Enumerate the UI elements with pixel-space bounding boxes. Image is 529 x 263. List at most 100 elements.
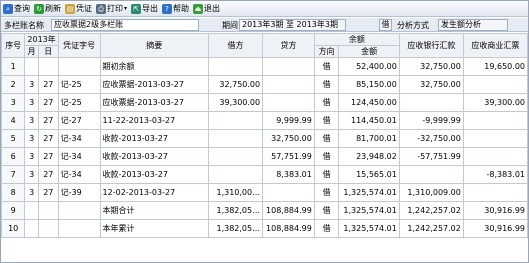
cell-month: [24, 219, 39, 238]
toolbar: ⌕ 查询 ↻ 刷新 ▤ 凭证 ⎙ 打印 ▾ ⇱ 导出? 帮助 ⏏ 退出: [1, 1, 528, 17]
toolbar-button-export[interactable]: ⇱ 导出: [130, 2, 161, 16]
col-header-day[interactable]: 日: [37, 45, 59, 58]
cell-direction: 借: [313, 219, 340, 238]
cell-direction: 借: [313, 165, 340, 184]
account-name-field[interactable]: 应收票据2级多栏账: [51, 19, 199, 31]
col-header-seq[interactable]: 序号: [0, 33, 26, 58]
cell-day: [37, 57, 59, 76]
cell-debit: [207, 147, 264, 166]
print-icon: ⎙: [96, 3, 106, 14]
table-row[interactable]: 1 期初余额 借 52,400.00 32,750.00 19,650.00: [0, 57, 529, 76]
cell-day: 27: [37, 75, 59, 94]
table-row[interactable]: 10 本年累计 1,382,05… 108,884.99 借 1,325,574.01 1,…: [0, 219, 529, 238]
table-row[interactable]: 3 3 27 记-25 应收票据-2013-03-27 39,300.00 借 124,450…: [0, 93, 529, 112]
toolbar-button-help[interactable]: ? 帮助: [161, 2, 192, 16]
col-header-amount[interactable]: 金额: [338, 45, 400, 58]
cell-bank-draft: [398, 165, 464, 184]
col-header-direction[interactable]: 方向: [313, 45, 340, 58]
period-label: 期间: [222, 21, 238, 30]
cell-credit: 9,999.99: [262, 111, 315, 130]
toolbar-button-label: 刷新: [45, 4, 61, 13]
analysis-method-field[interactable]: 发生额分析: [438, 19, 508, 31]
cell-seq: 8: [0, 183, 26, 202]
toolbar-button-refresh[interactable]: ↻ 刷新: [33, 2, 64, 16]
cell-seq: 6: [0, 147, 26, 166]
cell-seq: 9: [0, 201, 26, 220]
cell-seq: 4: [0, 111, 26, 130]
cell-voucher: 记-25: [57, 93, 101, 112]
col-header-summary[interactable]: 摘要: [99, 33, 209, 58]
cell-month: [24, 201, 39, 220]
cell-commercial-draft: 39,300.00: [462, 93, 529, 112]
toolbar-button-print[interactable]: ⎙ 打印 ▾: [95, 2, 130, 16]
col-header-debit[interactable]: 借方: [207, 33, 264, 58]
cell-voucher: 记-34: [57, 129, 101, 148]
cell-bank-draft: -32,750.00: [398, 129, 464, 148]
cell-seq: 7: [0, 165, 26, 184]
col-header-balance[interactable]: 余额: [313, 33, 400, 46]
table-row[interactable]: 2 3 27 记-25 应收票据-2013-03-27 32,750.00 借 85,150.…: [0, 75, 529, 94]
col-header-credit[interactable]: 贷方: [262, 33, 315, 58]
cell-bank-draft: 1,242,257.02: [398, 201, 464, 220]
toolbar-button-search[interactable]: ⌕ 查询: [2, 2, 33, 16]
cell-seq: 10: [0, 219, 26, 238]
cell-balance-amount: 52,400.00: [338, 57, 400, 76]
toolbar-button-label: 打印: [107, 4, 123, 13]
cell-debit: [207, 57, 264, 76]
cell-month: [24, 57, 39, 76]
cell-debit: 32,750.00: [207, 75, 264, 94]
cell-credit: 32,750.00: [262, 129, 315, 148]
toolbar-button-exit[interactable]: ⏏ 退出: [192, 2, 223, 16]
col-header-year[interactable]: 2013年: [24, 33, 59, 46]
cell-summary: 收款-2013-03-27: [99, 129, 209, 148]
cell-credit: [262, 93, 315, 112]
cell-seq: 1: [0, 57, 26, 76]
chevron-down-icon[interactable]: ▾: [124, 5, 127, 12]
cell-commercial-draft: [462, 183, 529, 202]
cell-debit: [207, 129, 264, 148]
cell-bank-draft: 1,310,009.00: [398, 183, 464, 202]
cell-credit: 108,884.99: [262, 201, 315, 220]
table-row[interactable]: 4 3 27 记-27 11-22-2013-03-27 9,999.99 借 114,450…: [0, 111, 529, 130]
cell-commercial-draft: 30,916.99: [462, 201, 529, 220]
cell-voucher: 记-27: [57, 111, 101, 130]
cell-direction: 借: [313, 129, 340, 148]
cell-commercial-draft: 30,916.99: [462, 219, 529, 238]
period-field[interactable]: 2013年3期 至 2013年3期: [239, 19, 346, 31]
cell-voucher: [57, 57, 101, 76]
cell-seq: 5: [0, 129, 26, 148]
cell-debit: [207, 111, 264, 130]
cell-direction: 借: [313, 183, 340, 202]
cell-voucher: [57, 219, 101, 238]
search-icon: ⌕: [3, 3, 13, 14]
toolbar-button-voucher[interactable]: ▤ 凭证: [64, 2, 95, 16]
direction-field[interactable]: 借: [379, 19, 392, 31]
col-header-voucher[interactable]: 凭证字号: [57, 33, 101, 58]
col-header-month[interactable]: 月: [24, 45, 39, 58]
table-row[interactable]: 5 3 27 记-34 收款-2013-03-27 32,750.00 借 81,700.01…: [0, 129, 529, 148]
cell-summary: 本年累计: [99, 219, 209, 238]
cell-balance-amount: 1,325,574.01: [338, 219, 400, 238]
export-icon: ⇱: [131, 3, 142, 14]
toolbar-button-label: 导出: [142, 4, 159, 13]
cell-debit: 1,382,05…: [207, 201, 264, 220]
table-row[interactable]: 9 本期合计 1,382,05… 108,884.99 借 1,325,574.01 1,2…: [0, 201, 529, 220]
toolbar-button-label: 凭证: [76, 4, 92, 13]
cell-commercial-draft: -8,383.01: [462, 165, 529, 184]
cell-credit: 8,383.01: [262, 165, 315, 184]
col-header-commercial-draft[interactable]: 应收商业汇票: [462, 33, 529, 58]
table-row[interactable]: 8 3 27 记-39 12-02-2013-03-27 1,310,00… 借 1,325,…: [0, 183, 529, 202]
cell-credit: 108,884.99: [262, 219, 315, 238]
cell-month: 3: [24, 165, 39, 184]
cell-debit: 1,310,00…: [207, 183, 264, 202]
cell-month: 3: [24, 111, 39, 130]
table-row[interactable]: 7 3 27 记-34 收款-2013-03-27 8,383.01 借 15,565.01 -…: [0, 165, 529, 184]
cell-commercial-draft: [462, 75, 529, 94]
cell-day: 27: [37, 165, 59, 184]
table-row[interactable]: 6 3 27 记-34 收款-2013-03-27 57,751.99 借 23,948.02…: [0, 147, 529, 166]
ledger-table: 序号 2013年 凭证字号 摘要 借方 贷方 余额 应收银行汇款 应收商业汇票 …: [0, 33, 529, 238]
cell-day: [37, 201, 59, 220]
col-header-bank-draft[interactable]: 应收银行汇款: [398, 33, 464, 58]
cell-summary: 本期合计: [99, 201, 209, 220]
cell-balance-amount: 85,150.00: [338, 75, 400, 94]
